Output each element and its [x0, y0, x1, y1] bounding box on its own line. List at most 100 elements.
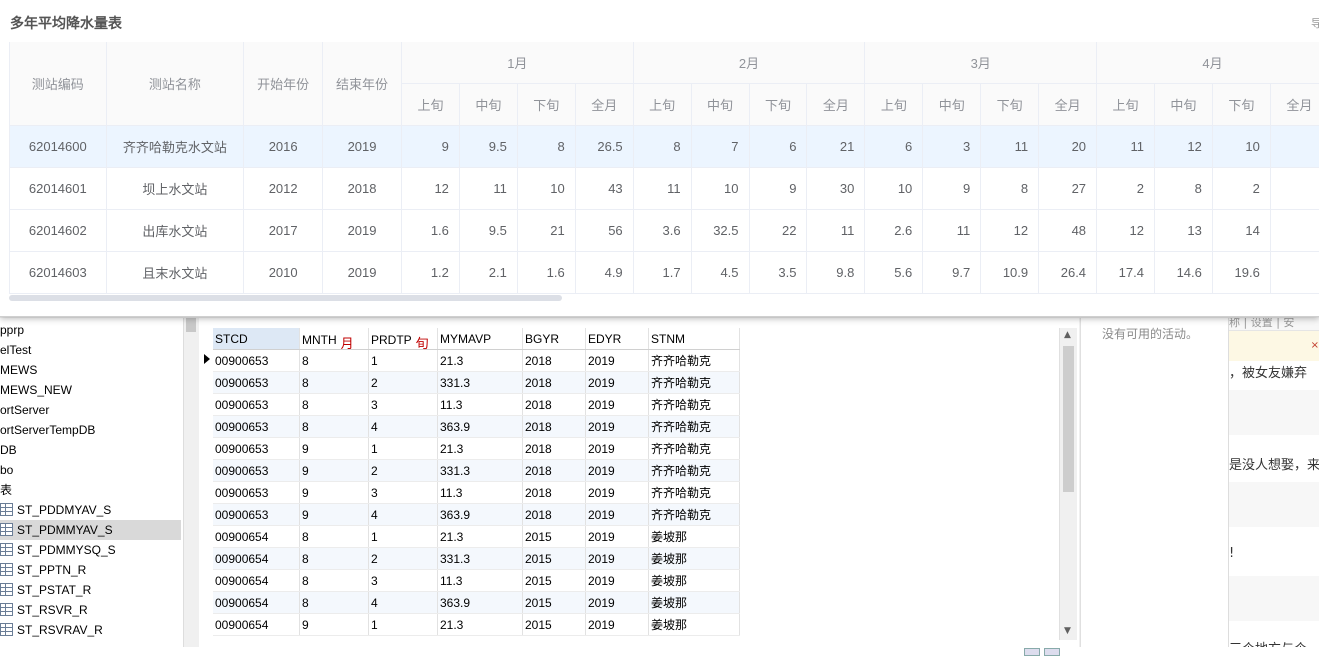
tree-item[interactable]: MEWS_NEW	[0, 380, 72, 400]
grid-cell[interactable]: 齐齐哈勒克	[649, 460, 740, 482]
grid-cell[interactable]: 331.3	[438, 372, 523, 394]
grid-cell[interactable]: 1	[369, 350, 438, 372]
grid-cell[interactable]: 8	[300, 394, 369, 416]
export-link[interactable]: 导	[1311, 15, 1319, 31]
grid-cell[interactable]: 2	[369, 460, 438, 482]
grid-row[interactable]: 009006539311.320182019齐齐哈勒克	[213, 482, 740, 504]
tree-table-item[interactable]: ST_RSVR_R	[0, 600, 88, 620]
grid-cell[interactable]: 3	[369, 482, 438, 504]
grid-cell[interactable]: 363.9	[438, 504, 523, 526]
grid-cell[interactable]: 00900654	[213, 592, 300, 614]
grid-cell[interactable]: 2019	[586, 548, 649, 570]
grid-cell[interactable]: 1	[369, 526, 438, 548]
grid-cell[interactable]: 2019	[586, 438, 649, 460]
grid-cell[interactable]: 21.3	[438, 526, 523, 548]
grid-cell[interactable]: 姜坡那	[649, 548, 740, 570]
grid-cell[interactable]: 9	[300, 438, 369, 460]
grid-cell[interactable]: 331.3	[438, 548, 523, 570]
grid-cell[interactable]: 9	[300, 614, 369, 636]
grid-row[interactable]: 0090065392331.320182019齐齐哈勒克	[213, 460, 740, 482]
tree-table-item[interactable]: ST_PDMMYAV_S	[0, 520, 181, 540]
grid-row[interactable]: 009006548311.320152019姜坡那	[213, 570, 740, 592]
tree-item[interactable]: pprp	[0, 320, 24, 340]
browser-text-line[interactable]: ，被女友嫌弃	[1229, 362, 1307, 381]
form-view-icon[interactable]	[1044, 648, 1060, 656]
grid-col-mymavp[interactable]: MYMAVP	[438, 328, 523, 350]
grid-cell[interactable]: 1	[369, 438, 438, 460]
grid-cell[interactable]: 00900654	[213, 526, 300, 548]
grid-cell[interactable]: 1	[369, 614, 438, 636]
grid-cell[interactable]: 2019	[586, 372, 649, 394]
grid-cell[interactable]: 齐齐哈勒克	[649, 372, 740, 394]
tree-table-item[interactable]: ST_PPTN_R	[0, 560, 86, 580]
grid-cell[interactable]: 4	[369, 504, 438, 526]
grid-cell[interactable]: 21.3	[438, 350, 523, 372]
tree-table-item[interactable]: ST_PSTAT_R	[0, 580, 91, 600]
grid-cell[interactable]: 齐齐哈勒克	[649, 416, 740, 438]
grid-cell[interactable]: 2015	[523, 548, 586, 570]
tree-table-item[interactable]: ST_RSVRAV_R	[0, 620, 103, 640]
tree-table-item[interactable]: ST_PDDMYAV_S	[0, 500, 111, 520]
grid-cell[interactable]: 2018	[523, 394, 586, 416]
grid-cell[interactable]: 2015	[523, 526, 586, 548]
grid-cell[interactable]: 8	[300, 416, 369, 438]
grid-cell[interactable]: 齐齐哈勒克	[649, 350, 740, 372]
grid-cell[interactable]: 9	[300, 460, 369, 482]
grid-cell[interactable]: 姜坡那	[649, 614, 740, 636]
grid-cell[interactable]: 2019	[586, 350, 649, 372]
grid-cell[interactable]: 11.3	[438, 570, 523, 592]
tree-item[interactable]: 表	[0, 480, 12, 500]
grid-cell[interactable]: 00900653	[213, 438, 300, 460]
table-scroll-thumb[interactable]	[9, 295, 562, 301]
tree-scroll-thumb[interactable]	[186, 318, 196, 332]
grid-col-stnm[interactable]: STNM	[649, 328, 740, 350]
tree-item[interactable]: DB	[0, 440, 17, 460]
grid-col-stcd[interactable]: STCD	[213, 328, 300, 350]
grid-cell[interactable]: 331.3	[438, 460, 523, 482]
grid-cell[interactable]: 2018	[523, 416, 586, 438]
results-scroll-thumb[interactable]	[1063, 346, 1074, 492]
grid-cell[interactable]: 2018	[523, 350, 586, 372]
grid-col-bgyr[interactable]: BGYR	[523, 328, 586, 350]
grid-cell[interactable]: 2019	[586, 570, 649, 592]
tree-item[interactable]: ortServerTempDB	[0, 420, 95, 440]
grid-row[interactable]: 009006539121.320182019齐齐哈勒克	[213, 438, 740, 460]
grid-cell[interactable]: 姜坡那	[649, 592, 740, 614]
grid-cell[interactable]: 2018	[523, 372, 586, 394]
grid-col-prdtp[interactable]: PRDTP旬	[369, 328, 438, 350]
browser-text-line[interactable]: 三个地方与个	[1229, 638, 1307, 647]
grid-cell[interactable]: 2015	[523, 614, 586, 636]
grid-row[interactable]: 009006548121.320152019姜坡那	[213, 526, 740, 548]
grid-cell[interactable]: 4	[369, 592, 438, 614]
grid-row[interactable]: 009006549121.320152019姜坡那	[213, 614, 740, 636]
tree-table-item[interactable]: ST_PDMMYSQ_S	[0, 540, 116, 560]
grid-cell[interactable]: 21.3	[438, 438, 523, 460]
grid-cell[interactable]: 8	[300, 350, 369, 372]
grid-cell[interactable]: 21.3	[438, 614, 523, 636]
grid-cell[interactable]: 姜坡那	[649, 570, 740, 592]
grid-cell[interactable]: 齐齐哈勒克	[649, 438, 740, 460]
grid-cell[interactable]: 363.9	[438, 416, 523, 438]
grid-cell[interactable]: 2	[369, 372, 438, 394]
grid-view-toggle[interactable]	[1024, 641, 1068, 647]
table-row[interactable]: 62014603且末水文站201020191.22.11.64.91.74.53…	[10, 252, 1319, 294]
grid-cell[interactable]: 2019	[586, 394, 649, 416]
grid-cell[interactable]: 姜坡那	[649, 526, 740, 548]
table-row[interactable]: 62014601坝上水文站201220181211104311109301098…	[10, 168, 1319, 210]
grid-cell[interactable]: 2019	[586, 460, 649, 482]
tree-item[interactable]: MEWS	[0, 360, 37, 380]
grid-cell[interactable]: 2019	[586, 482, 649, 504]
grid-cell[interactable]: 00900653	[213, 350, 300, 372]
grid-cell[interactable]: 00900653	[213, 394, 300, 416]
grid-cell[interactable]: 9	[300, 504, 369, 526]
grid-cell[interactable]: 2015	[523, 592, 586, 614]
grid-col-mnth[interactable]: MNTH月	[300, 328, 369, 350]
tree-item[interactable]: bo	[0, 460, 13, 480]
grid-cell[interactable]: 齐齐哈勒克	[649, 482, 740, 504]
results-vertical-scrollbar[interactable]: ▲ ▼	[1059, 328, 1077, 640]
grid-cell[interactable]: 00900653	[213, 482, 300, 504]
grid-cell[interactable]: 363.9	[438, 592, 523, 614]
grid-cell[interactable]: 2018	[523, 438, 586, 460]
grid-row[interactable]: 0090065484363.920152019姜坡那	[213, 592, 740, 614]
grid-cell[interactable]: 00900653	[213, 504, 300, 526]
